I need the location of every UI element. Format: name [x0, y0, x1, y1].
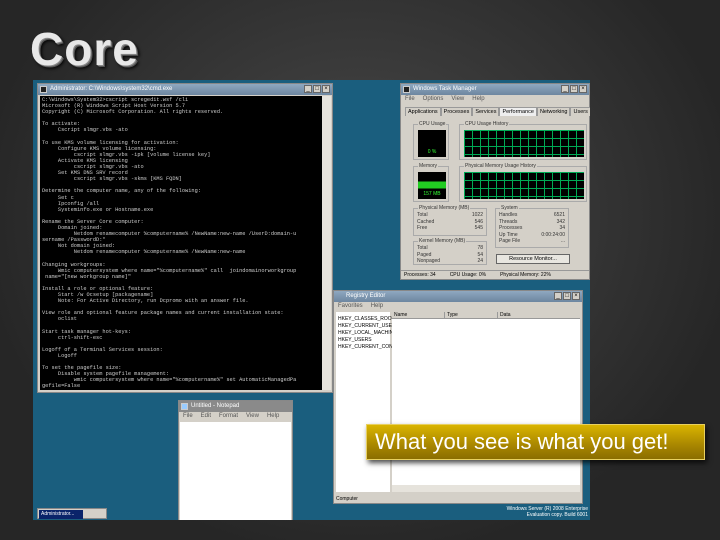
notepad-window[interactable]: Untitled - Notepad File Edit Format View Hel…	[178, 400, 293, 520]
column-type[interactable]: Type	[445, 312, 498, 318]
tree-key[interactable]: HKEY_CLASSES_ROOT	[338, 316, 395, 323]
tree-key[interactable]: HKEY_CURRENT_CONFIG	[338, 344, 401, 351]
physical-memory-group: Physical Memory (MB) Total 1022 Cached 546…	[413, 205, 487, 236]
menu-format[interactable]: Format	[219, 412, 238, 421]
tab-applications[interactable]: Applications	[405, 107, 441, 116]
stat-label: Nonpaged	[417, 258, 441, 264]
window-title: Untitled - Notepad	[191, 403, 240, 409]
tab-networking[interactable]: Networking	[536, 107, 571, 116]
kernel-memory-group: Kernel Memory (MB) Total 78 Paged 54 Nonpa…	[413, 238, 487, 265]
cpu-usage-label: CPU Usage	[418, 121, 447, 127]
close-button[interactable]: ×	[572, 292, 580, 300]
tab-processes[interactable]: Processes	[440, 107, 473, 116]
group-label: System	[500, 205, 519, 211]
minimized-title: Administrator...	[39, 510, 83, 519]
tab-services[interactable]: Services	[472, 107, 500, 116]
minimized-cmd-window[interactable]: Administrator...	[37, 508, 107, 519]
stat-value: 545	[474, 225, 483, 231]
horizontal-scrollbar[interactable]	[392, 485, 580, 492]
menu-options[interactable]: Options	[423, 95, 444, 104]
maximize-button[interactable]: □	[313, 85, 321, 93]
group-label: Kernel Memory (MB)	[418, 238, 467, 244]
menu-file[interactable]: File	[183, 412, 193, 421]
menu-view[interactable]: View	[246, 412, 259, 421]
group-label: Physical Memory (MB)	[418, 205, 471, 211]
minimize-button[interactable]: _	[561, 85, 569, 93]
edition-watermark: Windows Server (R) 2008 Enterprise Evalua…	[507, 506, 588, 518]
memory-meter: 157 MB	[418, 172, 446, 199]
tab-users[interactable]: Users	[570, 107, 590, 116]
stat-value: 24	[477, 258, 483, 264]
values-list[interactable]: Name Type Data	[392, 312, 580, 492]
close-button[interactable]: ×	[322, 85, 330, 93]
window-title: Administrator: C:\Windows\system32\cmd.e…	[50, 86, 173, 92]
scrollbar[interactable]	[322, 96, 331, 390]
maximize-button[interactable]: □	[570, 85, 578, 93]
menu-help[interactable]: Help	[371, 302, 383, 311]
stat-value: ...	[560, 238, 565, 244]
tree-key[interactable]: HKEY_USERS	[338, 337, 388, 344]
text-area[interactable]	[180, 422, 291, 520]
task-manager-window[interactable]: Windows Task Manager _ □ × File Options View…	[400, 83, 590, 280]
stat-label: Page File	[499, 238, 521, 244]
tab-performance[interactable]: Performance	[499, 107, 537, 116]
cpu-meter: 0 %	[418, 130, 446, 157]
memory-history-label: Physical Memory Usage History	[464, 163, 537, 169]
window-title: Registry Editor	[346, 293, 386, 299]
tree-key[interactable]: HKEY_CURRENT_USER	[338, 323, 396, 330]
menu-view[interactable]: View	[451, 95, 464, 104]
status-memory: Physical Memory: 22%	[500, 272, 551, 278]
memory-label: Memory	[418, 163, 439, 169]
memory-history-graph	[464, 172, 584, 199]
console-output[interactable]: C:\Windows\System32>cscript scregedit.ws…	[40, 96, 322, 390]
notepad-icon	[181, 403, 188, 410]
column-name[interactable]: Name	[392, 312, 445, 318]
cpu-history-graph	[464, 130, 584, 157]
minimize-button[interactable]: _	[304, 85, 312, 93]
watermark-line: Evaluation copy. Build 6001	[526, 512, 588, 518]
key-tree[interactable]: HKEY_CLASSES_ROOT HKEY_CURRENT_USER HKEY_L…	[336, 312, 401, 492]
status-path: Computer	[336, 496, 358, 502]
callout-banner: What you see is what you get!	[366, 424, 705, 460]
system-group: System Handles 6521 Threads 342 Processes 3…	[495, 205, 569, 248]
cmd-icon	[40, 86, 47, 93]
menu-file[interactable]: File	[405, 95, 415, 104]
menu-favorites[interactable]: Favorites	[338, 302, 363, 311]
tree-key[interactable]: HKEY_LOCAL_MACHINE	[338, 330, 397, 337]
command-prompt-window[interactable]: Administrator: C:\Windows\system32\cmd.e…	[37, 83, 333, 393]
minimize-button[interactable]: _	[554, 292, 562, 300]
column-data[interactable]: Data	[498, 312, 511, 318]
taskmgr-icon	[403, 86, 410, 93]
status-cpu: CPU Usage: 0%	[449, 272, 487, 278]
window-title: Windows Task Manager	[413, 86, 477, 92]
slide-title: Core	[30, 23, 139, 75]
cpu-history-label: CPU Usage History	[464, 121, 510, 127]
maximize-button[interactable]: □	[563, 292, 571, 300]
menu-edit[interactable]: Edit	[201, 412, 211, 421]
stat-label: Free	[417, 225, 428, 231]
status-processes: Processes: 34	[404, 272, 436, 278]
menu-help[interactable]: Help	[472, 95, 484, 104]
close-button[interactable]: ×	[579, 85, 587, 93]
registry-editor-window[interactable]: Registry Editor _ □ × Favorites Help HKEY_C…	[333, 290, 583, 504]
menu-help[interactable]: Help	[267, 412, 279, 421]
resource-monitor-button[interactable]: Resource Monitor...	[496, 254, 570, 264]
